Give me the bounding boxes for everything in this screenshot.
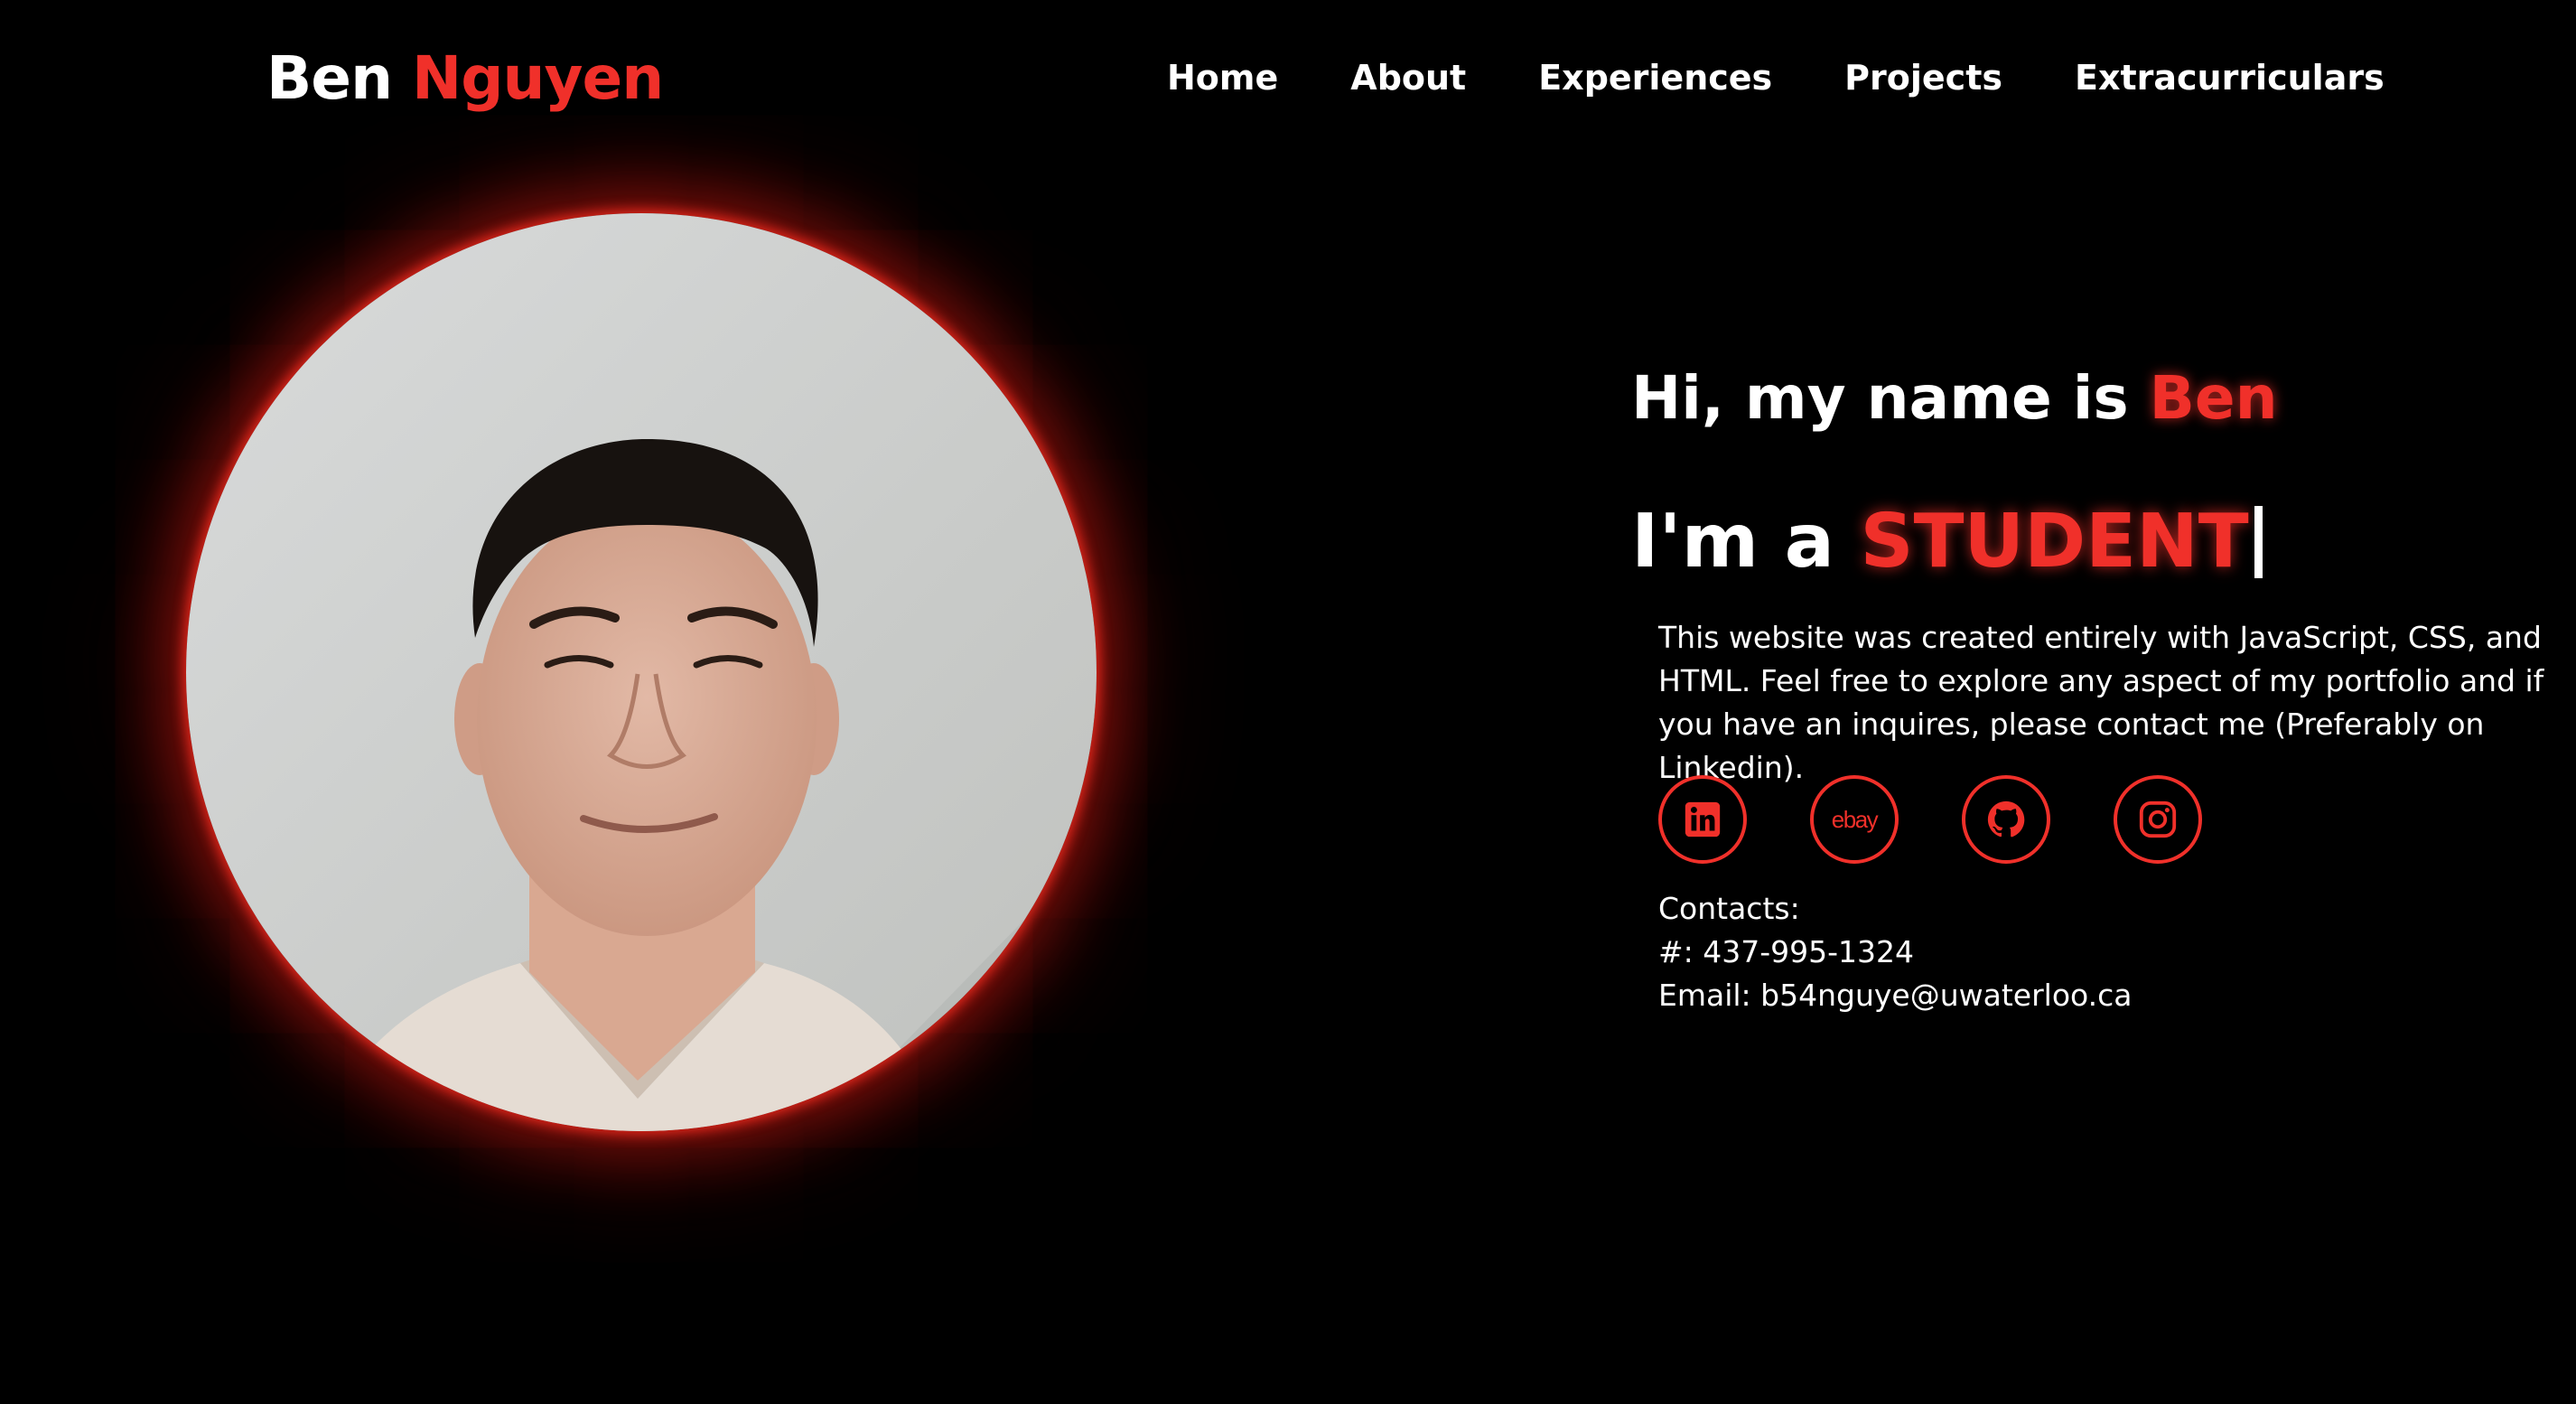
contacts-block: Contacts: #: 437-995-1324 Email: b54nguy…	[1658, 887, 2132, 1017]
nav-projects[interactable]: Projects	[1844, 58, 2002, 98]
greeting-heading: Hi, my name is Ben	[1631, 363, 2278, 433]
nav-extracurriculars[interactable]: Extracurriculars	[2075, 58, 2385, 98]
instagram-icon	[2139, 800, 2177, 838]
nav-experiences[interactable]: Experiences	[1538, 58, 1772, 98]
linkedin-link[interactable]	[1658, 775, 1747, 864]
profile-photo	[186, 213, 1097, 1131]
github-link[interactable]	[1962, 775, 2050, 864]
logo-first-name: Ben	[266, 43, 393, 113]
nav-home[interactable]: Home	[1167, 58, 1278, 98]
contact-email: Email: b54nguye@uwaterloo.ca	[1658, 978, 2133, 1013]
linkedin-icon	[1685, 801, 1721, 838]
typing-cursor	[2254, 505, 2263, 578]
social-links: ebay	[1658, 775, 2202, 864]
contact-phone: #: 437-995-1324	[1658, 934, 1915, 969]
contacts-heading: Contacts:	[1658, 891, 1800, 926]
profile-photo-illustration	[186, 213, 1097, 1131]
logo-last-name: Nguyen	[412, 43, 664, 113]
site-logo[interactable]: Ben Nguyen	[266, 43, 664, 113]
greeting-prefix: Hi, my name is	[1631, 363, 2129, 433]
greeting-name: Ben	[2149, 363, 2278, 433]
role-heading: I'm a STUDENT	[1631, 499, 2263, 585]
role-prefix: I'm a	[1631, 499, 1834, 585]
nav-about[interactable]: About	[1350, 58, 1466, 98]
ebay-link[interactable]: ebay	[1810, 775, 1899, 864]
github-icon	[1987, 800, 2025, 838]
instagram-link[interactable]	[2114, 775, 2202, 864]
intro-description: This website was created entirely with J…	[1658, 620, 2544, 785]
main-nav: Home About Experiences Projects Extracur…	[1167, 58, 2385, 98]
role-word: STUDENT	[1860, 499, 2249, 585]
ebay-icon: ebay	[1831, 805, 1879, 833]
